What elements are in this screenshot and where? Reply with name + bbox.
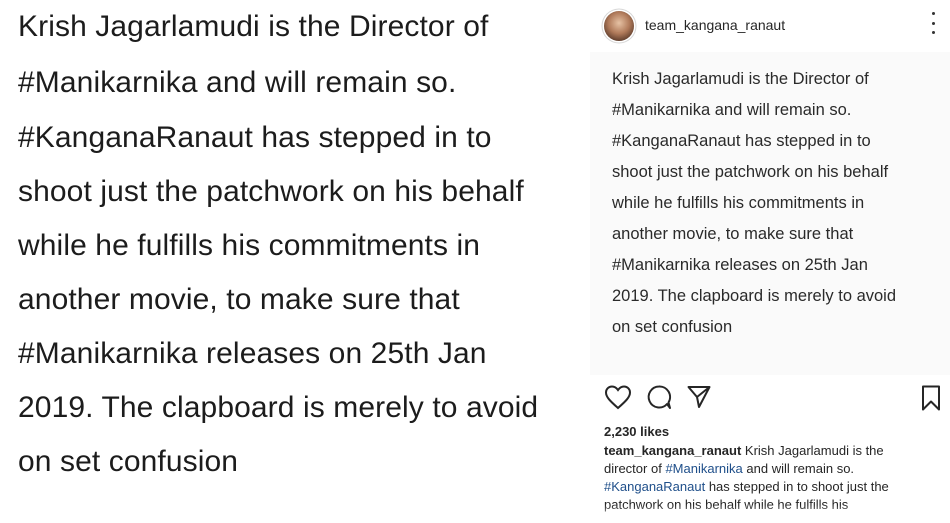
post-text-line: while he fulfills his commitments in [612, 194, 865, 212]
avatar[interactable] [604, 11, 634, 41]
caption-text: and will remain so. [746, 461, 855, 476]
heart-icon[interactable] [604, 384, 632, 410]
caption-text: Krish Jagarlamudi is the [744, 443, 884, 458]
hashtag-link[interactable]: #KanganaRanaut [604, 479, 705, 494]
post-text-line: on set confusion [612, 318, 733, 336]
post-text-line: another movie, to make sure that [612, 225, 854, 243]
quote-line: 2019. The clapboard is merely to avoid [18, 391, 539, 424]
caption-username[interactable]: team_kangana_ranaut [604, 443, 741, 458]
quote-line: on set confusion [18, 445, 239, 478]
post-text-line: shoot just the patchwork on his behalf [612, 163, 889, 181]
quote-line: another movie, to make sure that [18, 283, 460, 316]
caption-fade [590, 505, 950, 523]
share-icon[interactable] [686, 384, 712, 410]
post-text-line: Krish Jagarlamudi is the Director of [612, 70, 869, 88]
post-text-line: 2019. The clapboard is merely to avoid [612, 287, 897, 305]
quote-line: #KanganaRanaut has stepped in to [18, 121, 492, 154]
action-bar [590, 380, 950, 416]
quote-line: #Manikarnika releases on 25th Jan [18, 337, 487, 370]
caption-line: team_kangana_ranaut Krish Jagarlamudi is… [604, 442, 944, 460]
quote-line: while he fulfills his commitments in [18, 229, 481, 262]
caption-line: #KanganaRanaut has stepped in to shoot j… [604, 478, 944, 496]
comment-icon[interactable] [646, 384, 672, 410]
caption-text: has stepped in to shoot just the [708, 479, 889, 494]
quote-line: Krish Jagarlamudi is the Director of [18, 10, 489, 43]
instagram-post: team_kangana_ranaut Krish Jagarlamudi is… [590, 0, 950, 523]
post-header: team_kangana_ranaut [590, 0, 950, 52]
quote-line: shoot just the patchwork on his behalf [18, 175, 524, 208]
caption-line: director of #Manikarnika and will remain… [604, 460, 944, 478]
post-text-line: #Manikarnika and will remain so. [612, 101, 852, 119]
bookmark-icon[interactable] [920, 384, 942, 412]
more-icon[interactable] [930, 12, 936, 34]
hashtag-link[interactable]: #Manikarnika [665, 461, 742, 476]
likes-count[interactable]: 2,230 likes [604, 424, 669, 439]
post-username[interactable]: team_kangana_ranaut [645, 17, 785, 33]
post-image: Krish Jagarlamudi is the Director of #Ma… [590, 52, 950, 375]
post-text-line: #KanganaRanaut has stepped in to [612, 132, 871, 150]
quote-line: #Manikarnika and will remain so. [18, 66, 457, 99]
post-text-line: #Manikarnika releases on 25th Jan [612, 256, 868, 274]
caption-text: director of [604, 461, 662, 476]
quote-panel: Krish Jagarlamudi is the Director of #Ma… [0, 0, 590, 523]
